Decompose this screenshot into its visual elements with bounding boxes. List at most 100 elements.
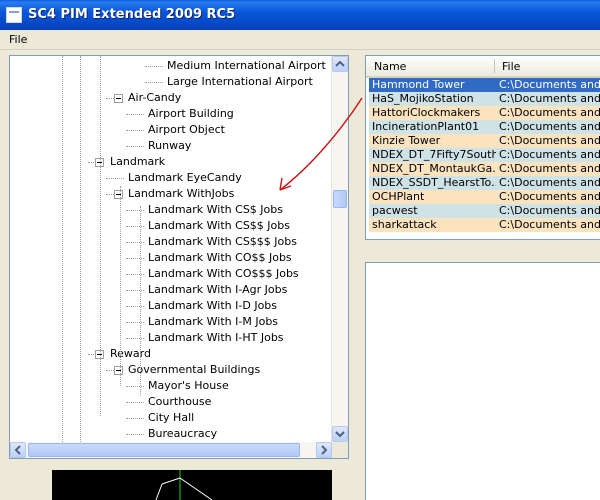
- tree-connector: [145, 66, 163, 67]
- list-cell-name: NDEX_DT_7Fifty7South: [372, 148, 496, 161]
- list-cell-file: C:\Documents and Se: [499, 176, 600, 189]
- list-cell-name: IncinerationPlant01: [372, 120, 480, 133]
- tree-node[interactable]: Landmark With CS$$ Jobs: [148, 218, 290, 234]
- tree-node[interactable]: Large International Airport: [167, 74, 313, 90]
- tree-connector: [126, 226, 144, 227]
- tree-node[interactable]: Landmark With CS$$$ Jobs: [148, 234, 297, 250]
- tree-connector: [126, 242, 144, 243]
- list-row[interactable]: NDEX_DT_MontaukGa...C:\Documents and Se: [369, 162, 600, 176]
- tree-node[interactable]: Mayor's House: [148, 378, 229, 394]
- tree-collapse-icon[interactable]: [114, 94, 123, 103]
- window-title: SC4 PIM Extended 2009 RC5: [28, 7, 236, 22]
- list-cell-file: C:\Documents and Se: [499, 92, 600, 105]
- list-row[interactable]: pacwest C:\Documents and Se: [369, 204, 600, 218]
- scroll-left-icon[interactable]: [10, 442, 26, 458]
- list-header: Name File: [366, 56, 600, 78]
- tree-connector: [106, 98, 114, 99]
- list-cell-file: C:\Documents and Se: [499, 78, 600, 91]
- list-row[interactable]: Hammond Tower C:\Documents and Se: [369, 78, 600, 92]
- tree-hscroll-thumb[interactable]: [28, 443, 300, 457]
- tree-node[interactable]: Courthouse: [148, 394, 211, 410]
- tree-node[interactable]: City Hall: [148, 410, 194, 426]
- tree-node[interactable]: Landmark With CO$$ Jobs: [148, 250, 292, 266]
- tree-guide-line: [80, 56, 81, 456]
- list-row[interactable]: HattoriClockmakers C:\Documents and Se: [369, 106, 600, 120]
- tree-connector: [126, 338, 144, 339]
- tree-node[interactable]: Landmark With I-Agr Jobs: [148, 282, 287, 298]
- tree-node[interactable]: Landmark WithJobs: [128, 186, 234, 202]
- list-cell-file: C:\Documents and Se: [499, 204, 600, 217]
- tree-connector: [126, 114, 144, 115]
- list-row[interactable]: IncinerationPlant01 C:\Documents and Se: [369, 120, 600, 134]
- list-cell-name: Hammond Tower: [372, 78, 465, 91]
- lot-list[interactable]: Name File Hammond Tower C:\Documents and …: [365, 55, 600, 240]
- menu-bar: File: [0, 30, 600, 50]
- tree-node[interactable]: Governmental Buildings: [128, 362, 260, 378]
- tree-connector: [126, 258, 144, 259]
- menu-file[interactable]: File: [9, 33, 27, 46]
- tree-connector: [126, 210, 144, 211]
- lot-preview: [52, 470, 332, 500]
- tree-node[interactable]: Landmark: [110, 154, 165, 170]
- list-cell-file: C:\Documents and Se: [499, 106, 600, 119]
- tree-connector: [126, 386, 144, 387]
- tree-guide-line: [120, 186, 121, 386]
- list-cell-name: pacwest: [372, 204, 418, 217]
- list-cell-name: HattoriClockmakers: [372, 106, 481, 119]
- column-header-name[interactable]: Name: [374, 60, 406, 73]
- tree-connector: [126, 146, 144, 147]
- tree-node[interactable]: Landmark With I-HT Jobs: [148, 330, 284, 346]
- tree-connector: [106, 194, 114, 195]
- details-panel: [365, 262, 600, 500]
- list-row[interactable]: HaS_MojikoStation C:\Documents and Se: [369, 92, 600, 106]
- list-cell-file: C:\Documents and Se: [499, 162, 600, 175]
- tree-node[interactable]: Landmark EyeCandy: [128, 170, 242, 186]
- tree-node[interactable]: Landmark With CS$ Jobs: [148, 202, 283, 218]
- scroll-right-icon[interactable]: [316, 442, 332, 458]
- list-cell-file: C:\Documents and Se: [499, 218, 600, 231]
- list-row[interactable]: sharkattack C:\Documents and Se: [369, 218, 600, 232]
- tree-node[interactable]: Bureaucracy: [148, 426, 217, 442]
- tree-horizontal-scrollbar[interactable]: [10, 442, 332, 458]
- tree-guide-line: [62, 56, 63, 456]
- tree-connector: [145, 82, 163, 83]
- list-cell-file: C:\Documents and Se: [499, 190, 600, 203]
- tree-node[interactable]: Medium International Airport: [167, 58, 326, 74]
- scroll-down-icon[interactable]: [332, 426, 348, 442]
- list-cell-name: NDEX_SSDT_HearstTo...: [372, 176, 496, 189]
- column-header-file[interactable]: File: [502, 60, 520, 73]
- tree-connector: [126, 402, 144, 403]
- tree-collapse-icon[interactable]: [114, 366, 123, 375]
- tree-node[interactable]: Reward: [110, 346, 151, 362]
- list-cell-name: HaS_MojikoStation: [372, 92, 474, 105]
- tree-connector: [126, 274, 144, 275]
- tree-node[interactable]: Landmark With CO$$$ Jobs: [148, 266, 299, 282]
- list-row[interactable]: NDEX_DT_7Fifty7SouthC:\Documents and Se: [369, 148, 600, 162]
- tree-node[interactable]: Airport Object: [148, 122, 225, 138]
- list-cell-name: Kinzie Tower: [372, 134, 441, 147]
- column-divider[interactable]: [494, 59, 495, 73]
- tree-connector: [126, 322, 144, 323]
- tree-node[interactable]: Airport Building: [148, 106, 234, 122]
- tree-connector: [126, 418, 144, 419]
- list-cell-file: C:\Documents and Se: [499, 134, 600, 147]
- tree-node[interactable]: Runway: [148, 138, 191, 154]
- list-row[interactable]: OCHPlant C:\Documents and Se: [369, 190, 600, 204]
- scroll-up-icon[interactable]: [332, 56, 348, 72]
- title-bar: SC4 PIM Extended 2009 RC5: [0, 0, 600, 30]
- list-row[interactable]: Kinzie Tower C:\Documents and Se: [369, 134, 600, 148]
- annotation-arrow: [279, 97, 363, 191]
- tree-connector: [126, 290, 144, 291]
- tree-node[interactable]: Landmark With I-M Jobs: [148, 314, 278, 330]
- tree-connector: [126, 434, 144, 435]
- tree-node[interactable]: Landmark With I-D Jobs: [148, 298, 277, 314]
- tree-collapse-icon[interactable]: [114, 190, 123, 199]
- list-cell-file: C:\Documents and Se: [499, 148, 600, 161]
- tree-node[interactable]: Air-Candy: [128, 90, 181, 106]
- tree-guide-line: [100, 56, 101, 416]
- app-icon: [6, 7, 22, 23]
- tree-guide-line: [140, 206, 141, 396]
- tree-connector: [126, 306, 144, 307]
- list-row[interactable]: NDEX_SSDT_HearstTo...C:\Documents and Se: [369, 176, 600, 190]
- list-cell-file: C:\Documents and Se: [499, 120, 600, 133]
